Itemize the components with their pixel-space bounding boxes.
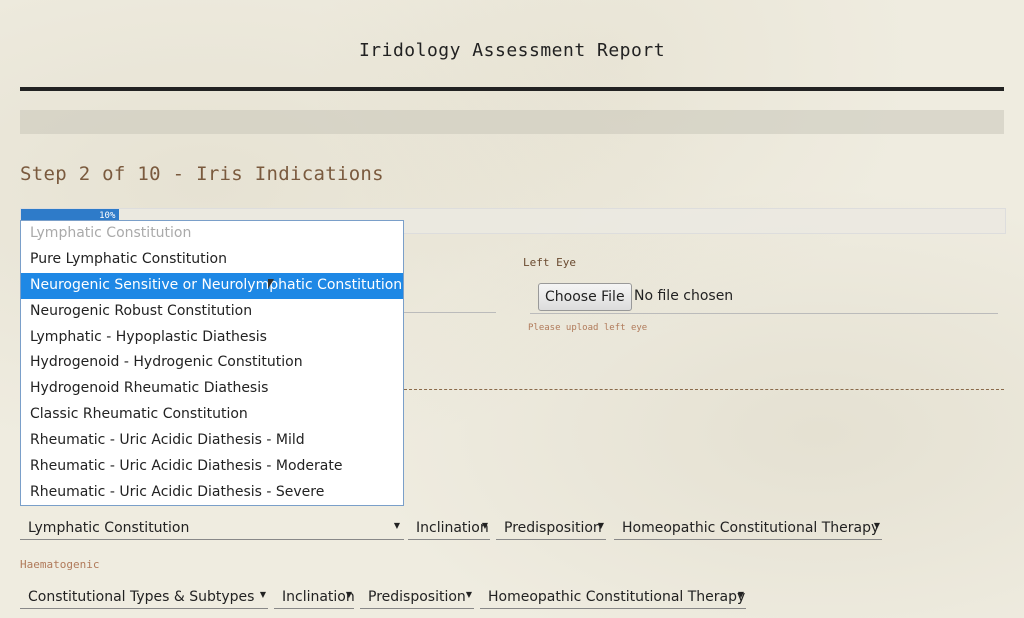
chevron-down-icon: ▼	[393, 521, 400, 530]
chevron-down-icon: ▼	[481, 521, 488, 530]
dropdown-option[interactable]: Pure Lymphatic Constitution	[21, 247, 403, 273]
dropdown-option[interactable]: Neurogenic Robust Constitution	[21, 299, 403, 325]
chevron-down-icon: ▼	[259, 590, 266, 599]
chevron-down-icon: ▼	[597, 521, 604, 530]
title-divider	[20, 87, 1004, 91]
haematogenic-predisposition-label: Predisposition	[368, 589, 466, 605]
constitution-select[interactable]: Lymphatic Constitution ▼	[20, 516, 404, 540]
haematogenic-inclination-label: Inclination	[282, 589, 355, 605]
dropdown-option[interactable]: Rheumatic - Uric Acidic Diathesis - Mild	[21, 428, 403, 454]
therapy-select[interactable]: Homeopathic Constitutional Therapy ▼	[614, 516, 882, 540]
predisposition-select[interactable]: Predisposition ▼	[496, 516, 606, 540]
haematogenic-therapy-label: Homeopathic Constitutional Therapy	[488, 589, 746, 605]
haematogenic-predisposition-select[interactable]: Predisposition ▼	[360, 585, 474, 609]
constitutional-types-select[interactable]: Constitutional Types & Subtypes ▼	[20, 585, 268, 609]
right-eye-field-underline	[404, 312, 496, 313]
left-eye-hint: Please upload left eye	[528, 323, 648, 333]
haematogenic-inclination-select[interactable]: Inclination ▼	[274, 585, 355, 609]
inclination-label: Inclination	[416, 520, 489, 536]
dropdown-option[interactable]: Classic Rheumatic Constitution	[21, 402, 403, 428]
dropdown-option[interactable]: Lymphatic - Hypoplastic Diathesis	[21, 325, 403, 351]
dropdown-option[interactable]: Rheumatic - Uric Acidic Diathesis - Mode…	[21, 454, 403, 480]
chevron-down-icon: ▼	[345, 590, 352, 599]
dropdown-option: Lymphatic Constitution	[30, 225, 192, 241]
therapy-label: Homeopathic Constitutional Therapy	[622, 520, 880, 536]
chevron-down-icon: ▼	[465, 590, 472, 599]
chevron-down-icon: ▼	[737, 590, 744, 599]
predisposition-label: Predisposition	[504, 520, 602, 536]
step-heading: Step 2 of 10 - Iris Indications	[20, 163, 384, 185]
mouse-cursor-icon	[268, 279, 274, 289]
constitutional-types-label: Constitutional Types & Subtypes	[28, 589, 255, 605]
report-title: Iridology Assessment Report	[358, 40, 666, 61]
dropdown-option[interactable]: Rheumatic - Uric Acidic Diathesis - Seve…	[21, 480, 403, 506]
inclination-select[interactable]: Inclination ▼	[408, 516, 490, 540]
haematogenic-therapy-select[interactable]: Homeopathic Constitutional Therapy ▼	[480, 585, 746, 609]
section-divider	[404, 389, 1004, 390]
dropdown-option[interactable]: Neurogenic Sensitive or Neurolymphatic C…	[21, 272, 403, 299]
constitution-select-value: Lymphatic Constitution	[28, 520, 190, 536]
header-band	[20, 110, 1004, 134]
dropdown-option[interactable]: Hydrogenoid - Hydrogenic Constitution	[21, 350, 403, 376]
left-eye-file-input[interactable]: Choose File No file chosen	[530, 283, 998, 314]
dropdown-option[interactable]: Hydrogenoid Rheumatic Diathesis	[21, 376, 403, 402]
choose-file-button[interactable]: Choose File	[538, 283, 632, 311]
constitution-dropdown-list[interactable]: Lymphatic Constitution Pure Lymphatic Con…	[20, 220, 404, 506]
chevron-down-icon: ▼	[873, 521, 880, 530]
haematogenic-section-label: Haematogenic	[20, 558, 100, 571]
file-status-text: No file chosen	[634, 288, 734, 304]
left-eye-label: Left Eye	[523, 256, 576, 269]
